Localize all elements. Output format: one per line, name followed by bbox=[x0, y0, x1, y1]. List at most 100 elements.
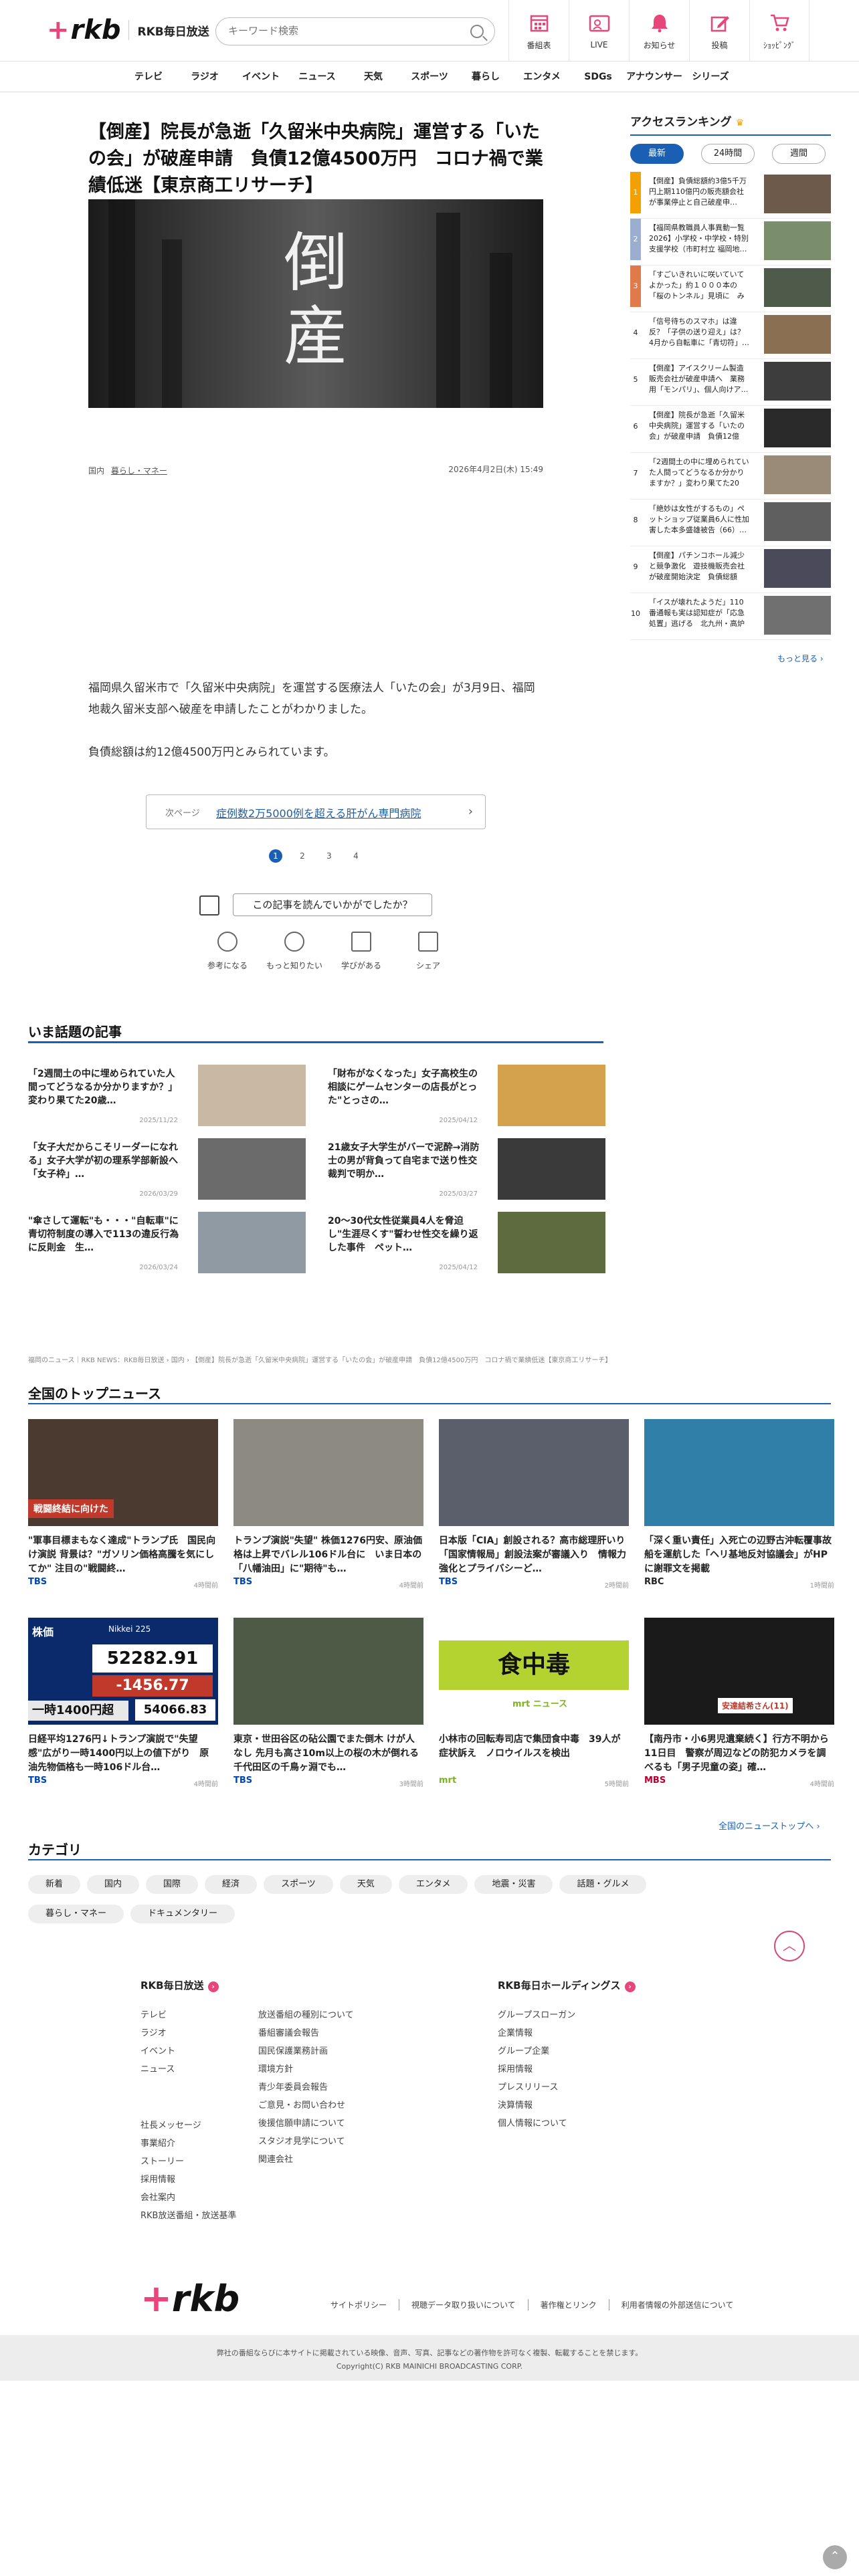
national-more-link[interactable]: 全国のニューストップへ › bbox=[719, 1819, 820, 1832]
footer-link[interactable]: 関連会社 bbox=[258, 2151, 354, 2169]
footer-link[interactable]: ご意見・お問い合わせ bbox=[258, 2097, 354, 2115]
gnav-item[interactable]: ラジオ bbox=[177, 62, 233, 92]
category-chip[interactable]: スポーツ bbox=[264, 1875, 333, 1894]
popular-article[interactable]: 20〜30代女性従業員4人を脅迫し"生涯尽くす"誓わせ性交を繰り返した事件 ペッ… bbox=[328, 1212, 605, 1276]
national-news-card[interactable]: 食中毒 mrt ニュース 小林市の回転寿司店で集団食中毒 39人が症状訴え ノロウイ… bbox=[439, 1618, 629, 1818]
national-news-card[interactable]: 「深く重い責任」入死亡の辺野古沖転覆事故 船を運航した「ヘリ基地反対協議会」がH… bbox=[644, 1419, 834, 1620]
footer-rkb-heading[interactable]: RKB毎日放送 › bbox=[140, 1978, 219, 1992]
footer-link[interactable]: グループ企業 bbox=[498, 2042, 575, 2060]
footer-link[interactable]: ストーリー bbox=[140, 2153, 236, 2171]
search-box[interactable] bbox=[215, 17, 495, 45]
gnav-item[interactable]: スポーツ bbox=[401, 62, 458, 92]
next-page-link[interactable]: 次ページ 症例数2万5000例を超える肝がん専門病院 › bbox=[146, 794, 486, 829]
ranking-more-link[interactable]: もっと見る › bbox=[777, 653, 824, 664]
category-chip[interactable]: ドキュメンタリー bbox=[130, 1905, 235, 1923]
reaction-share[interactable]: シェア bbox=[395, 932, 462, 971]
gnav-item[interactable]: エンタメ bbox=[514, 62, 570, 92]
header-nav-live[interactable]: LIVE bbox=[569, 0, 629, 62]
reaction-learned[interactable]: 学びがある bbox=[328, 932, 395, 971]
popular-article[interactable]: 「2週間土の中に埋められていた人間ってどうなるか分かりますか？」変わり果てた20… bbox=[28, 1065, 306, 1129]
footer-link[interactable]: 後援信願申請について bbox=[258, 2115, 354, 2133]
footer-link[interactable]: グループスローガン bbox=[498, 2006, 575, 2024]
header-nav-shopping[interactable]: ｼｮｯﾋﾟﾝｸﾞ bbox=[749, 0, 809, 62]
footer-link[interactable]: 個人情報について bbox=[498, 2115, 575, 2133]
ranking-item[interactable]: 8 「絶妙は女性がするもの」ペットショップ従業員6人に性加害した本多盛雄被告（66… bbox=[630, 500, 831, 546]
breadcrumb[interactable]: 福岡のニュース｜RKB NEWS：RKB毎日放送 › 国内 › 【倒産】院長が急… bbox=[28, 1354, 831, 1364]
ranking-item[interactable]: 1 【倒産】負債総額約3億5千万円上期110億円の販売額会社が事業停止と自己破産申… bbox=[630, 172, 831, 219]
category-chip[interactable]: 国内 bbox=[87, 1875, 140, 1894]
article-tag[interactable]: 暮らし・マネー bbox=[111, 466, 167, 475]
page-number[interactable]: 4 bbox=[349, 849, 363, 863]
national-news-card[interactable]: トランプ演説"失望" 株価1276円安、原油価格は上昇でバレル106ドル台に い… bbox=[233, 1419, 423, 1620]
footer-link[interactable]: 決算情報 bbox=[498, 2097, 575, 2115]
footer-link[interactable]: ラジオ bbox=[140, 2024, 175, 2042]
category-chip[interactable]: 新着 bbox=[28, 1875, 81, 1894]
popular-article[interactable]: "傘さして運転"も・・・"自転車"に青切符制度の導入で113の違反行為に反則金 … bbox=[28, 1212, 306, 1276]
footer-policy-link[interactable]: サイトポリシー bbox=[318, 2299, 400, 2311]
gnav-item[interactable]: SDGs bbox=[570, 62, 626, 92]
ranking-item[interactable]: 7 「2週間土の中に埋められていた人間ってどうなるか分かりますか？」変わり果てた2… bbox=[630, 453, 831, 500]
gnav-item[interactable]: アナウンサー bbox=[626, 62, 682, 92]
survey-button[interactable]: この記事を読んでいかがでしたか？ bbox=[233, 893, 432, 916]
footer-policy-link[interactable]: 視聴データ取り扱いについて bbox=[399, 2299, 529, 2311]
popular-article[interactable]: 「財布がなくなった」女子高校生の相談にゲームセンターの店長がとった"とっさの… 2… bbox=[328, 1065, 605, 1129]
ranking-item[interactable]: 2 【福岡県教職員人事異動一覧 2026】小学校・中学校・特別支援学校（市町村立 … bbox=[630, 219, 831, 265]
gnav-item[interactable]: 暮らし bbox=[458, 62, 514, 92]
footer-link[interactable]: 国民保護業務計画 bbox=[258, 2042, 354, 2060]
footer-link[interactable]: 企業情報 bbox=[498, 2024, 575, 2042]
reaction-helpful[interactable]: 参考になる bbox=[194, 932, 261, 971]
header-nav-notice[interactable]: お知らせ bbox=[629, 0, 689, 62]
ranking-item[interactable]: 10 「イスが壊れたようだ」110番通報も実は認知症が「応急処置」逃げる 北九州・… bbox=[630, 593, 831, 640]
page-number[interactable]: 2 bbox=[296, 849, 309, 863]
footer-logo[interactable]: + rkb bbox=[140, 2277, 240, 2321]
footer-link[interactable]: プレスリリース bbox=[498, 2078, 575, 2097]
category-chip[interactable]: 天気 bbox=[339, 1875, 392, 1894]
reaction-want-more[interactable]: もっと知りたい bbox=[261, 932, 328, 971]
footer-link[interactable]: 採用情報 bbox=[140, 2171, 236, 2189]
footer-holdings-heading[interactable]: RKB毎日ホールディングス › bbox=[498, 1978, 636, 1992]
footer-policy-link[interactable]: 著作権とリンク bbox=[529, 2299, 609, 2311]
footer-link[interactable]: RKB放送番組・放送基準 bbox=[140, 2207, 236, 2225]
national-news-card[interactable]: 安達結希さん(11) 【南丹市・小6男児遺棄続く】行方不明から11日目 警察が周辺… bbox=[644, 1618, 834, 1818]
gnav-item[interactable]: 天気 bbox=[345, 62, 401, 92]
gnav-item[interactable]: テレビ bbox=[120, 62, 177, 92]
ranking-item[interactable]: 3「すごいきれいに咲いていてよかった」約１０００本の「桜のトンネル」見頃に みや… bbox=[630, 265, 831, 312]
ranking-item[interactable]: 5 【倒産】アイスクリーム製造販売会社が破産申請へ 業務用「モンパリ」、個人向けア… bbox=[630, 359, 831, 406]
footer-link[interactable]: 会社案内 bbox=[140, 2189, 236, 2207]
gnav-item[interactable]: イベント bbox=[233, 62, 289, 92]
footer-link[interactable]: テレビ bbox=[140, 2006, 175, 2024]
ranking-item[interactable]: 4 「信号待ちのスマホ」は違反？「子供の送り迎え」は？ 4月から自転車に「青切符」… bbox=[630, 312, 831, 359]
popular-article[interactable]: 「女子大だからこそリーダーになれる」女子大学が初の理系学部新設へ「女子枠」… 20… bbox=[28, 1138, 306, 1202]
category-chip[interactable]: エンタメ bbox=[398, 1875, 468, 1894]
category-chip[interactable]: 地震・災害 bbox=[474, 1875, 553, 1894]
footer-link[interactable]: 採用情報 bbox=[498, 2060, 575, 2078]
ranking-item[interactable]: 9 【倒産】パチンコホール減少と競争激化 遊技機販売会社が破産開始決定 負債総額は… bbox=[630, 546, 831, 593]
page-number[interactable]: 3 bbox=[322, 849, 336, 863]
gnav-item[interactable]: ニュース bbox=[289, 62, 345, 92]
category-chip[interactable]: 国際 bbox=[146, 1875, 199, 1894]
ranking-tab-latest[interactable]: 最新 bbox=[630, 144, 684, 164]
footer-link[interactable]: スタジオ見学について bbox=[258, 2133, 354, 2151]
footer-policy-link[interactable]: 利用者情報の外部送信について bbox=[609, 2299, 746, 2311]
article-tag[interactable]: 国内 bbox=[88, 466, 104, 475]
scroll-to-top-button[interactable]: ︿ bbox=[774, 1931, 805, 1961]
national-news-card[interactable]: 株価 Nikkei 225 52282.91 -1456.77 54066.83 一時14… bbox=[28, 1618, 218, 1818]
site-logo[interactable]: + rkb RKB毎日放送 bbox=[47, 15, 209, 45]
national-news-card[interactable]: 東京・世田谷区の砧公園でまた倒木 けが人なし 先月も高さ10m以上の桜の木が倒れ… bbox=[233, 1618, 423, 1818]
page-number-current[interactable]: 1 bbox=[269, 849, 282, 863]
footer-link[interactable]: 番組審議会報告 bbox=[258, 2024, 354, 2042]
footer-link[interactable]: 環境方針 bbox=[258, 2060, 354, 2078]
category-chip[interactable]: 暮らし・マネー bbox=[28, 1905, 124, 1923]
gnav-item[interactable]: シリーズ bbox=[682, 62, 739, 92]
footer-link[interactable]: 事業紹介 bbox=[140, 2135, 236, 2153]
header-nav-post[interactable]: 投稿 bbox=[689, 0, 749, 62]
header-nav-schedule[interactable]: 番組表 bbox=[508, 0, 569, 62]
category-chip[interactable]: 話題・グルメ bbox=[559, 1875, 647, 1894]
ranking-tab-weekly[interactable]: 週間 bbox=[772, 144, 826, 164]
ranking-item[interactable]: 6 【倒産】院長が急逝「久留米中央病院」運営する「いたの会」が破産申請 負債12億… bbox=[630, 406, 831, 453]
footer-link[interactable]: 放送番組の種別について bbox=[258, 2006, 354, 2024]
floating-top-button[interactable]: ⌃ bbox=[823, 2545, 847, 2569]
popular-article[interactable]: 21歳女子大学生がバーで泥酔→消防士の男が背負って自宅まで送り性交 裁判で明か…… bbox=[328, 1138, 605, 1202]
national-news-card[interactable]: 日本版「CIA」創設される？高市総理肝いり「国家情報局」創設法案が審議入り 情報… bbox=[439, 1419, 629, 1620]
category-chip[interactable]: 経済 bbox=[205, 1875, 258, 1894]
